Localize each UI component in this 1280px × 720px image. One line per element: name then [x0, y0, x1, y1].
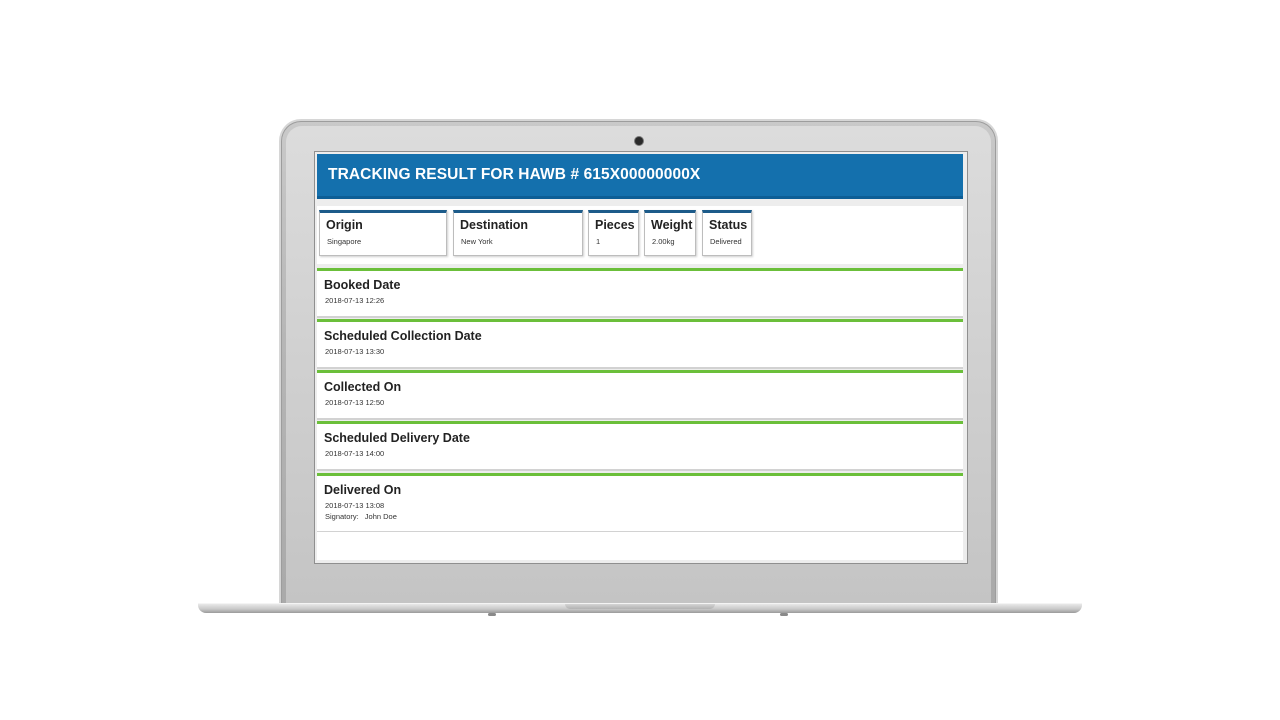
event-timestamp: 2018-07-13 13:30 — [325, 347, 385, 356]
event-collected: Collected On 2018-07-13 12:50 — [317, 370, 963, 420]
content-footer — [317, 532, 963, 560]
laptop-screen: TRACKING RESULT FOR HAWB # 615X00000000X… — [315, 152, 967, 563]
event-timestamp: 2018-07-13 14:00 — [325, 449, 385, 458]
page-title: TRACKING RESULT FOR HAWB # 615X00000000X — [328, 166, 701, 183]
summary-value: 2.00kg — [652, 237, 675, 246]
laptop-foot — [488, 613, 496, 616]
laptop-foot — [780, 613, 788, 616]
laptop-notch — [565, 604, 715, 609]
summary-status: Status Delivered — [702, 210, 752, 256]
event-label: Delivered On — [324, 483, 402, 497]
summary-label: Origin — [326, 218, 363, 232]
event-timestamp: 2018-07-13 12:50 — [325, 398, 385, 407]
summary-label: Destination — [460, 218, 529, 232]
event-scheduled-collection: Scheduled Collection Date 2018-07-13 13:… — [317, 319, 963, 369]
summary-pieces: Pieces 1 — [588, 210, 639, 256]
tracking-header: TRACKING RESULT FOR HAWB # 615X00000000X — [317, 154, 963, 199]
summary-value: New York — [461, 237, 493, 246]
signatory: Signatory: John Doe — [325, 512, 397, 521]
event-label: Collected On — [324, 380, 402, 394]
event-scheduled-delivery: Scheduled Delivery Date 2018-07-13 14:00 — [317, 421, 963, 471]
event-delivered: Delivered On 2018-07-13 13:08 Signatory:… — [317, 473, 963, 533]
signatory-name: John Doe — [364, 512, 397, 521]
summary-value: Singapore — [327, 237, 362, 246]
summary-origin: Origin Singapore — [319, 210, 447, 256]
event-timestamp: 2018-07-13 13:08 — [325, 501, 385, 510]
camera-icon — [635, 137, 643, 145]
signatory-label: Signatory: — [325, 512, 359, 521]
summary-label: Pieces — [595, 218, 635, 232]
summary-weight: Weight 2.00kg — [644, 210, 696, 256]
summary-value: 1 — [596, 237, 601, 246]
summary-label: Status — [709, 218, 748, 232]
summary-label: Weight — [651, 218, 693, 232]
event-label: Scheduled Delivery Date — [324, 431, 470, 445]
summary-destination: Destination New York — [453, 210, 583, 256]
status-badge: Delivered — [710, 237, 742, 246]
shipment-summary: Origin Singapore Destination New York Pi… — [317, 206, 963, 264]
event-label: Booked Date — [324, 278, 401, 292]
event-timestamp: 2018-07-13 12:26 — [325, 296, 385, 305]
event-booked: Booked Date 2018-07-13 12:26 — [317, 268, 963, 318]
event-label: Scheduled Collection Date — [324, 329, 482, 343]
